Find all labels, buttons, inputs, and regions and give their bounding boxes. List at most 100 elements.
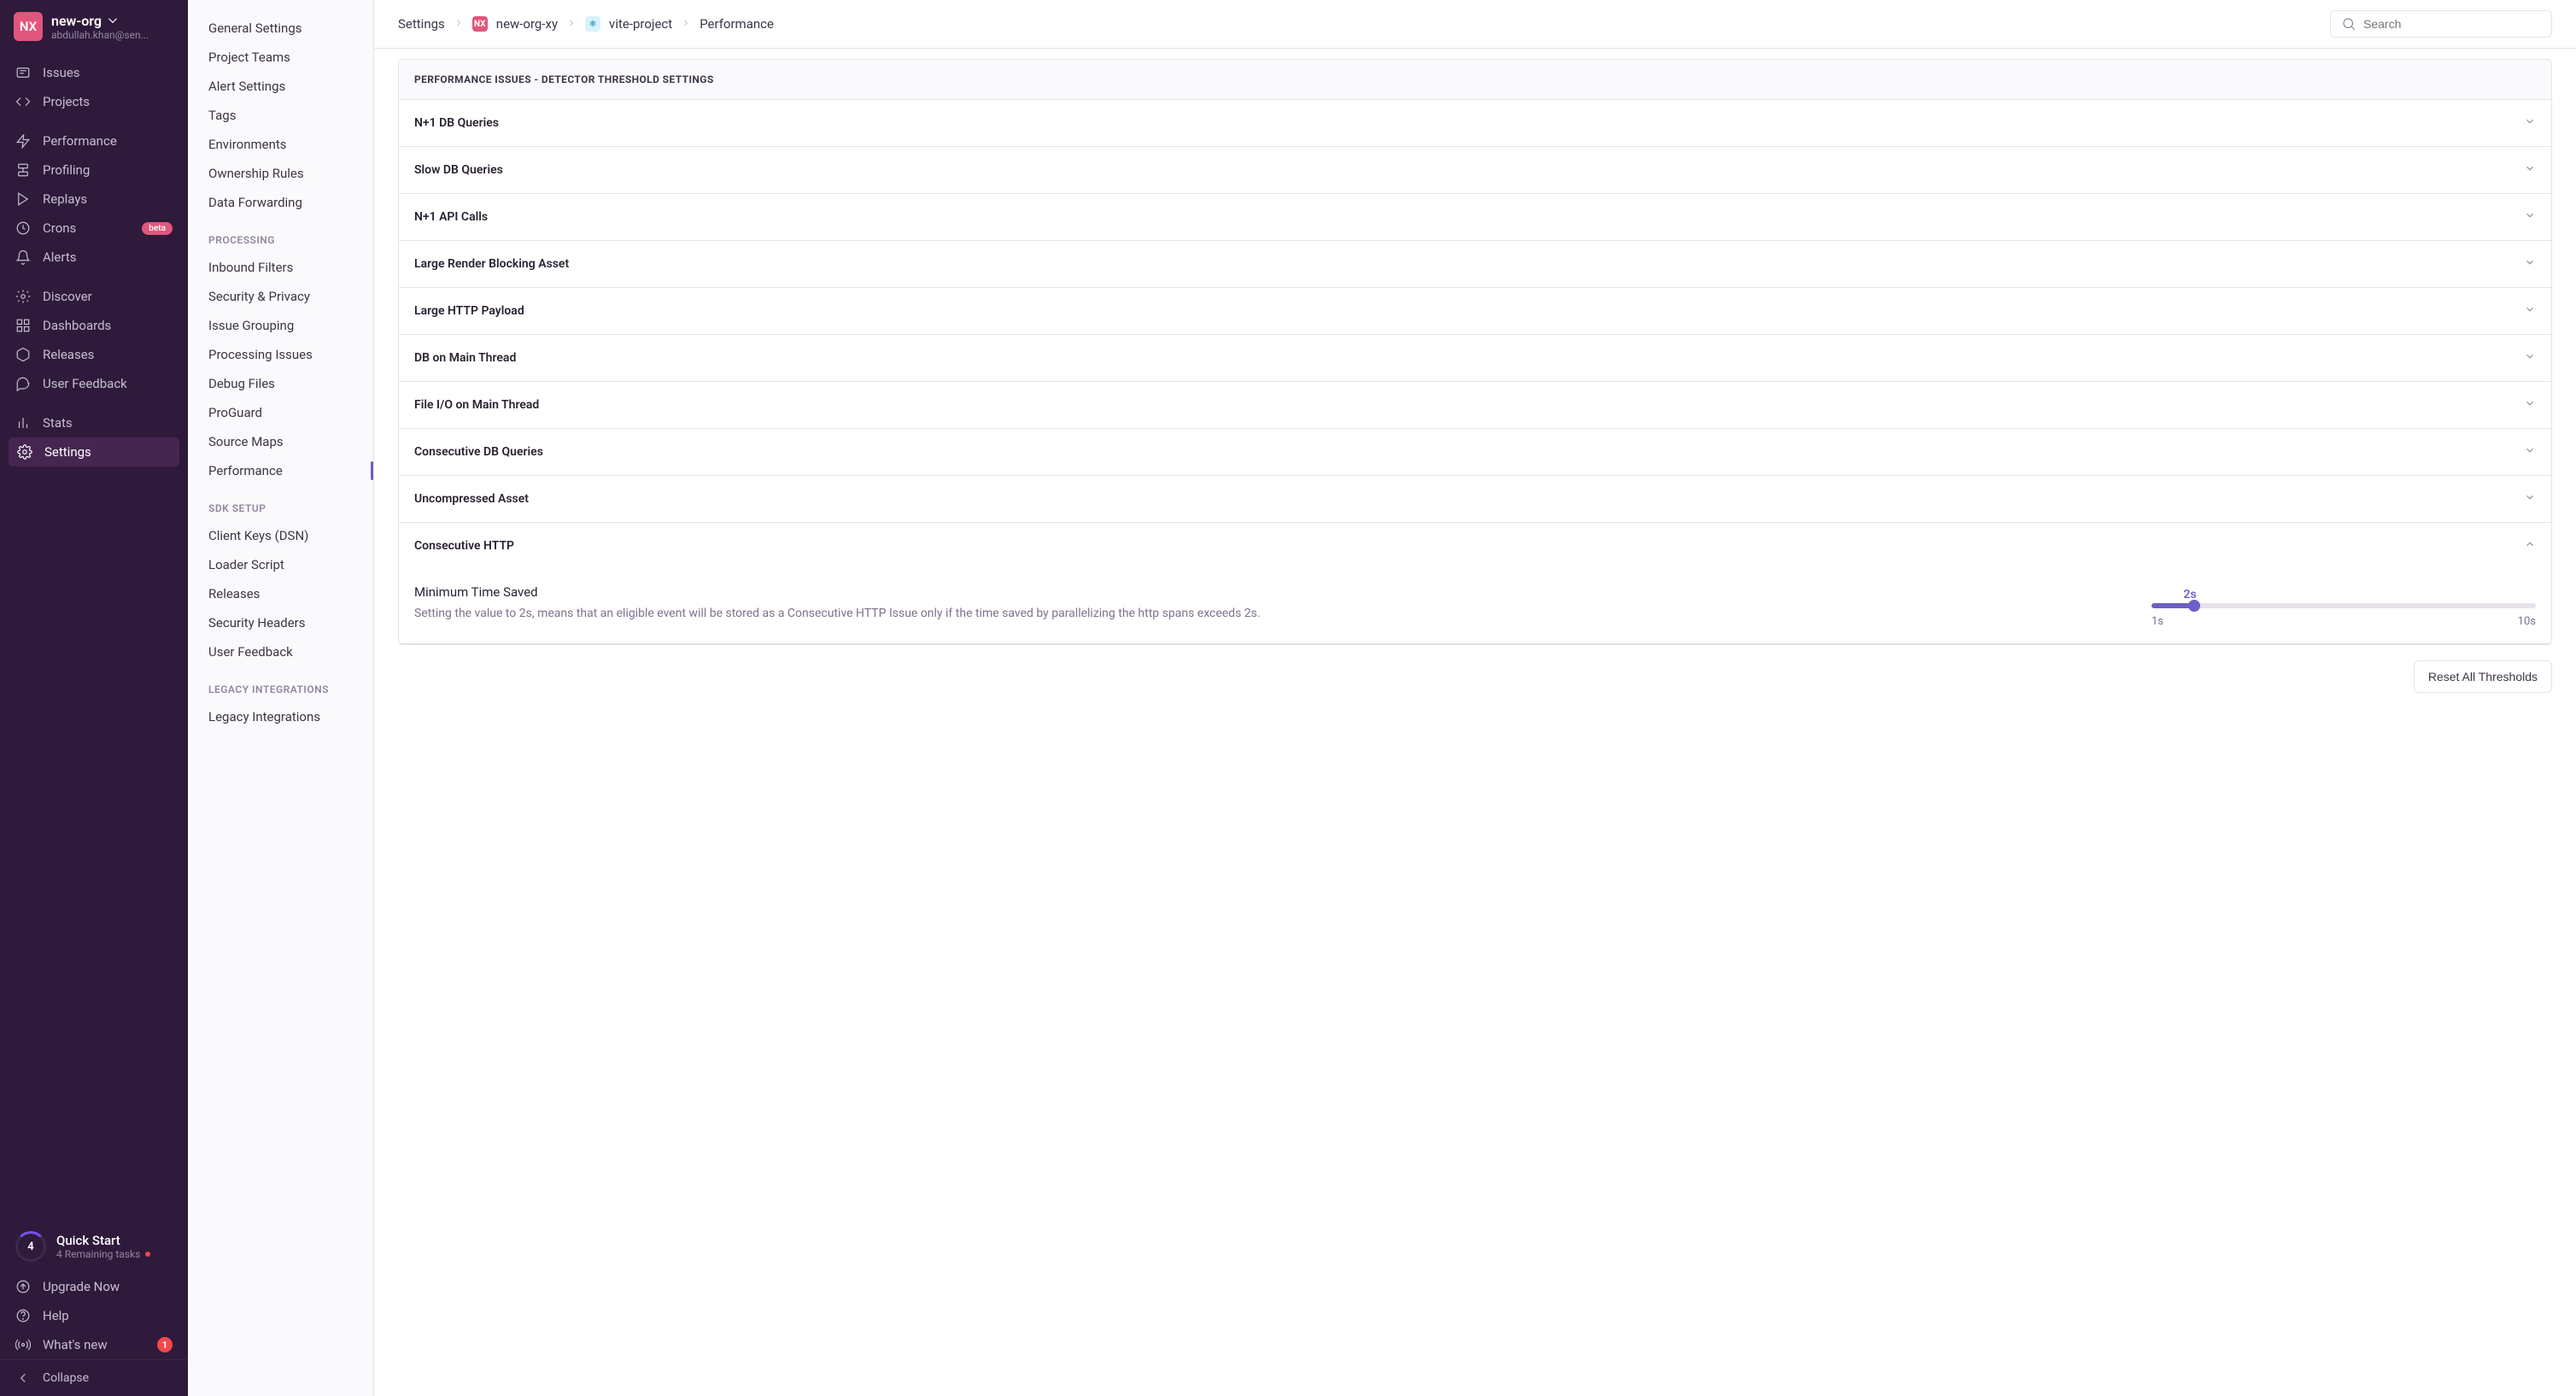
settings-nav-item[interactable]: ProGuard [188,398,373,427]
org-switcher[interactable]: NX new-org abdullah.khan@sen... [0,0,188,53]
chevron-down-icon [2524,256,2536,272]
broadcast-icon [15,1337,31,1352]
collapse-label: Collapse [43,1371,89,1385]
crumb-settings[interactable]: Settings [398,16,445,32]
nav-whats-new[interactable]: What's new 1 [0,1330,188,1359]
settings-nav-item[interactable]: Issue Grouping [188,311,373,340]
settings-nav-item[interactable]: Performance [188,456,373,485]
chevron-down-icon [2524,115,2536,131]
crumb-project[interactable]: vite-project [609,16,672,32]
detector-row[interactable]: Consecutive HTTP [399,523,2551,569]
detector-row[interactable]: File I/O on Main Thread [399,382,2551,429]
settings-nav-item[interactable]: Processing Issues [188,340,373,369]
alerts-icon [15,249,31,265]
detector-title: Uncompressed Asset [414,492,529,506]
nav-discover[interactable]: Discover [0,282,188,311]
org-badge-icon: NX [472,16,488,32]
search-box[interactable] [2330,10,2552,38]
slider-value: 2s [1844,588,2536,601]
nav-dashboards[interactable]: Dashboards [0,311,188,340]
detector-row[interactable]: Large HTTP Payload [399,288,2551,335]
settings-nav-item[interactable]: Ownership Rules [188,159,373,188]
detector-threshold-panel: PERFORMANCE ISSUES - DETECTOR THRESHOLD … [398,59,2552,645]
nav-replays[interactable]: Replays [0,185,188,214]
settings-nav-item[interactable]: Tags [188,101,373,130]
nav-performance[interactable]: Performance [0,126,188,155]
detector-row[interactable]: Large Render Blocking Asset [399,241,2551,288]
sdk-setup-heading: SDK SETUP [188,485,373,521]
setting-description: Setting the value to 2s, means that an e… [414,605,2117,623]
nav-projects[interactable]: Projects [0,87,188,116]
detector-title: File I/O on Main Thread [414,398,539,412]
settings-nav-item[interactable]: Project Teams [188,43,373,72]
notification-dot [145,1252,150,1257]
nav-profiling[interactable]: Profiling [0,155,188,185]
detector-title: N+1 DB Queries [414,116,499,130]
user-feedback-icon [15,376,31,391]
detector-row[interactable]: N+1 DB Queries [399,100,2551,147]
crumb-org[interactable]: new-org-xy [496,16,558,32]
reset-all-thresholds-button[interactable]: Reset All Thresholds [2414,660,2552,693]
detector-row[interactable]: Consecutive DB Queries [399,429,2551,476]
upgrade-icon [15,1279,31,1294]
quick-start[interactable]: 4 Quick Start 4 Remaining tasks [0,1221,188,1272]
releases-icon [15,347,31,362]
nav-crons[interactable]: Crons beta [0,214,188,243]
settings-nav-item[interactable]: General Settings [188,14,373,43]
chevron-down-icon [2524,303,2536,319]
nav-alerts[interactable]: Alerts [0,243,188,272]
nav-upgrade[interactable]: Upgrade Now [0,1272,188,1301]
collapse-sidebar[interactable]: Collapse [0,1359,188,1396]
settings-nav-item[interactable]: Environments [188,130,373,159]
nav-settings[interactable]: Settings [9,437,179,466]
nav-releases[interactable]: Releases [0,340,188,369]
nav-issues[interactable]: Issues [0,58,188,87]
consecutive-http-body: Minimum Time Saved Setting the value to … [399,569,2551,644]
quick-start-count: 4 [15,1231,46,1262]
org-avatar: NX [14,12,43,41]
settings-nav-item[interactable]: Legacy Integrations [188,702,373,731]
nav-user-feedback[interactable]: User Feedback [0,369,188,398]
settings-nav-item[interactable]: User Feedback [188,637,373,666]
search-input[interactable] [2363,17,2541,31]
slider-track[interactable] [2152,603,2536,608]
settings-nav-item[interactable]: Data Forwarding [188,188,373,217]
nav-label: Help [43,1308,69,1323]
detector-row[interactable]: DB on Main Thread [399,335,2551,382]
chevron-down-icon [105,13,120,28]
settings-nav-item[interactable]: Loader Script [188,550,373,579]
detector-row[interactable]: Slow DB Queries [399,147,2551,194]
org-name: new-org [51,13,102,29]
processing-heading: PROCESSING [188,217,373,253]
detector-row[interactable]: N+1 API Calls [399,194,2551,241]
minimum-time-slider[interactable]: 2s 1s 10s [2152,584,2536,628]
nav-label: Upgrade Now [43,1279,120,1294]
nav-stats[interactable]: Stats [0,408,188,437]
detector-title: Large Render Blocking Asset [414,257,569,271]
settings-nav-item[interactable]: Security & Privacy [188,282,373,311]
topbar: Settings NX new-org-xy ⚛ vite-project Pe… [374,0,2576,49]
settings-nav-item[interactable]: Client Keys (DSN) [188,521,373,550]
react-icon: ⚛ [585,16,600,32]
nav-label: Replays [43,191,87,207]
stats-icon [15,415,31,431]
settings-nav-item[interactable]: Releases [188,579,373,608]
chevron-right-icon [566,16,577,32]
dashboards-icon [15,318,31,333]
nav-label: Releases [43,347,94,362]
settings-nav-item[interactable]: Source Maps [188,427,373,456]
whats-new-count: 1 [157,1337,173,1352]
detector-row[interactable]: Uncompressed Asset [399,476,2551,523]
slider-thumb[interactable] [2188,600,2200,612]
settings-nav-item[interactable]: Alert Settings [188,72,373,101]
chevron-down-icon [2524,350,2536,366]
settings-nav-item[interactable]: Debug Files [188,369,373,398]
settings-nav-item[interactable]: Security Headers [188,608,373,637]
chevron-left-icon [15,1370,31,1386]
nav-help[interactable]: Help [0,1301,188,1330]
issues-icon [15,65,31,80]
primary-sidebar: NX new-org abdullah.khan@sen... Issues P… [0,0,188,1396]
settings-nav-item[interactable]: Inbound Filters [188,253,373,282]
detector-title: N+1 API Calls [414,210,488,224]
gear-icon [17,444,32,460]
